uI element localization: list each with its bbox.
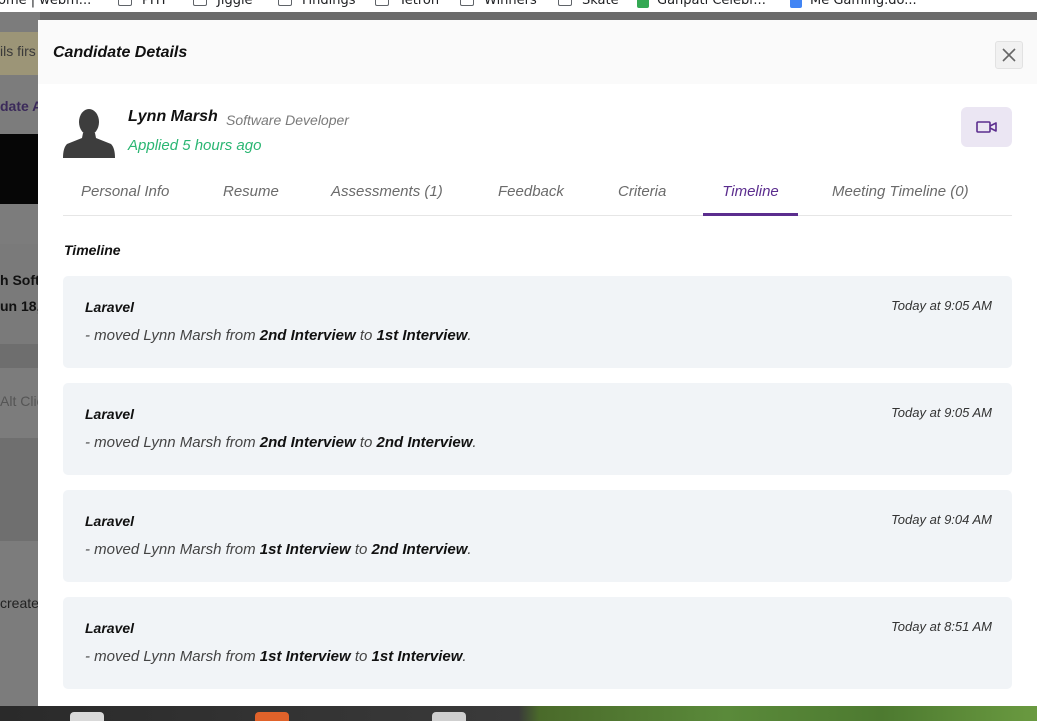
background-text: Alt Clic <box>0 393 40 409</box>
folder-icon <box>278 0 292 6</box>
bookmark-item[interactable]: ome | webm... <box>0 0 91 8</box>
modal-header: Candidate Details <box>38 20 1037 84</box>
timeline-entry: Laravel Today at 9:05 AM - moved Lynn Ma… <box>63 383 1012 475</box>
folder-icon <box>118 0 132 6</box>
folder-icon <box>460 0 474 6</box>
background-text: ils firs <box>0 43 36 59</box>
bookmark-item[interactable]: Winners <box>460 0 537 8</box>
folder-icon <box>193 0 207 6</box>
taskbar-app-icon[interactable] <box>255 712 289 721</box>
close-button[interactable] <box>995 41 1023 69</box>
background-text: h Soft <box>0 272 40 288</box>
entry-time: Today at 9:05 AM <box>891 298 992 313</box>
entry-user: Laravel <box>85 406 135 422</box>
video-call-button[interactable] <box>961 107 1012 147</box>
bookmark-item[interactable]: PHT <box>118 0 168 8</box>
bookmark-item[interactable]: Skate <box>558 0 619 8</box>
to-stage: 1st Interview <box>376 327 468 344</box>
timeline-entry: Laravel Today at 9:04 AM - moved Lynn Ma… <box>63 490 1012 582</box>
tab-resume[interactable]: Resume <box>223 170 279 216</box>
to-stage: 2nd Interview <box>371 541 468 558</box>
video-camera-icon <box>975 121 997 133</box>
background-page: ils firs date A h Soft un 18, Alt Clic c… <box>0 12 40 706</box>
background-text: date A <box>0 98 40 114</box>
entry-user: Laravel <box>85 299 135 315</box>
entry-time: Today at 9:04 AM <box>891 512 992 527</box>
tab-assessments[interactable]: Assessments (1) <box>331 170 443 216</box>
entry-time: Today at 8:51 AM <box>891 619 992 634</box>
bookmarks-bar: ome | webm... PHT Jiggle Findings Tetron… <box>0 0 1037 12</box>
background-text: un 18, <box>0 298 40 314</box>
docs-icon <box>790 0 802 8</box>
taskbar-app-icon[interactable] <box>432 712 466 721</box>
tab-timeline[interactable]: Timeline <box>703 170 798 216</box>
entry-time: Today at 9:05 AM <box>891 405 992 420</box>
close-icon <box>1002 48 1016 62</box>
modal-title: Candidate Details <box>53 44 188 61</box>
bookmark-item[interactable]: Tetron <box>375 0 439 8</box>
folder-icon <box>558 0 572 6</box>
applied-status: Applied 5 hours ago <box>128 137 262 154</box>
timeline-entry: Laravel Today at 9:05 AM - moved Lynn Ma… <box>63 276 1012 368</box>
folder-icon <box>375 0 389 6</box>
candidate-name: Lynn Marsh <box>128 108 218 125</box>
from-stage: 1st Interview <box>259 541 351 558</box>
entry-message: - moved Lynn Marsh from 2nd Interview to… <box>85 327 472 344</box>
bookmark-item[interactable]: Me Gaming.do... <box>790 0 917 8</box>
taskbar-app-icon[interactable] <box>70 712 104 721</box>
entry-message: - moved Lynn Marsh from 2nd Interview to… <box>85 434 477 451</box>
tab-personal-info[interactable]: Personal Info <box>81 170 169 216</box>
bookmark-item[interactable]: Jiggle <box>193 0 253 8</box>
candidate-details-modal: Candidate Details Lynn Marsh Software De… <box>38 20 1037 706</box>
candidate-role: Software Developer <box>226 112 349 128</box>
timeline-entry: Laravel Today at 8:51 AM - moved Lynn Ma… <box>63 597 1012 689</box>
tab-criteria[interactable]: Criteria <box>618 170 666 216</box>
bookmark-item[interactable]: Ganpati Celebr... <box>637 0 766 8</box>
tab-feedback[interactable]: Feedback <box>498 170 564 216</box>
to-stage: 2nd Interview <box>376 434 473 451</box>
entry-message: - moved Lynn Marsh from 1st Interview to… <box>85 648 467 665</box>
from-stage: 2nd Interview <box>259 434 356 451</box>
tab-meeting-timeline[interactable]: Meeting Timeline (0) <box>832 170 969 216</box>
background-text: create <box>0 595 39 611</box>
tab-bar: Personal Info Resume Assessments (1) Fee… <box>63 170 1012 216</box>
desktop-wallpaper <box>0 706 1037 721</box>
entry-message: - moved Lynn Marsh from 1st Interview to… <box>85 541 472 558</box>
bookmark-item[interactable]: Findings <box>278 0 356 8</box>
from-stage: 2nd Interview <box>259 327 356 344</box>
entry-user: Laravel <box>85 620 135 636</box>
entry-user: Laravel <box>85 513 135 529</box>
to-stage: 1st Interview <box>371 648 463 665</box>
sheets-icon <box>637 0 649 8</box>
section-title: Timeline <box>64 242 121 258</box>
avatar <box>63 109 115 158</box>
from-stage: 1st Interview <box>259 648 351 665</box>
